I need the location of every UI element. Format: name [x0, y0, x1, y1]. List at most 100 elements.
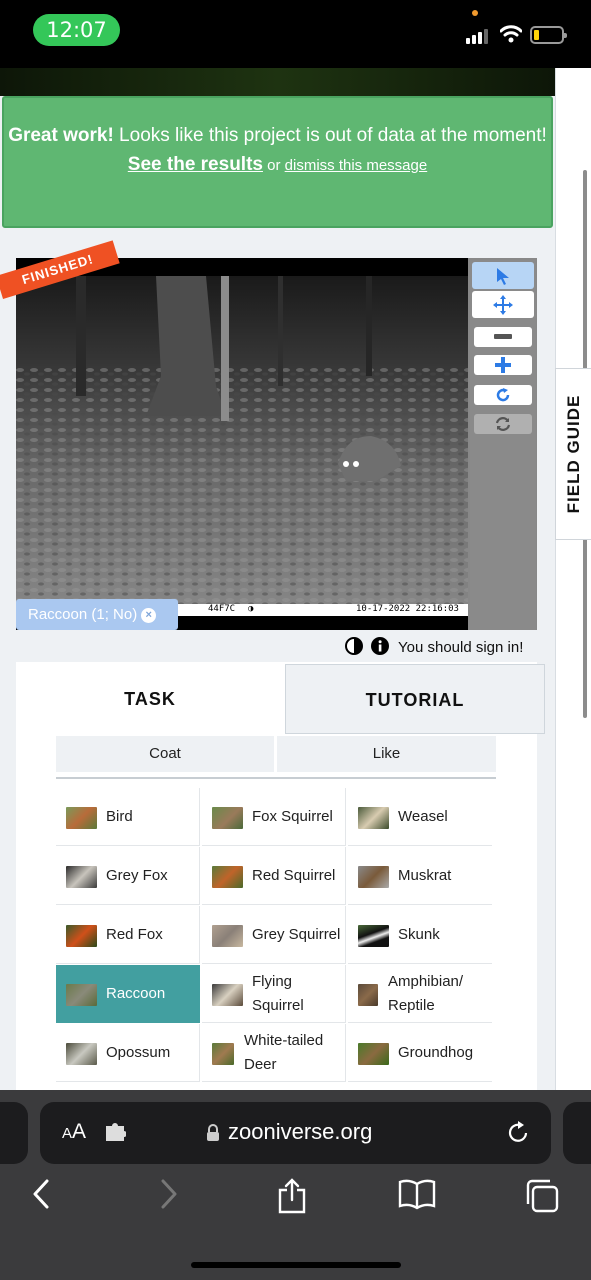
filter-coat[interactable]: Coat [56, 736, 274, 772]
zoom-out-button[interactable] [474, 327, 532, 347]
species-weasel[interactable]: Weasel [348, 788, 492, 846]
tab-tutorial[interactable]: TUTORIAL [285, 664, 545, 734]
out-of-data-message: Great work! Looks like this project is o… [2, 96, 553, 228]
filter-like[interactable]: Like [277, 736, 496, 772]
forward-icon[interactable] [158, 1178, 180, 1210]
subject-image[interactable]: 44F7C ◑ 10-17-2022 22:16:03 [16, 258, 468, 630]
url-text[interactable]: zooniverse.org [228, 1119, 372, 1145]
status-time: 12:07 [33, 14, 120, 46]
species-label: White-tailed Deer [244, 1031, 324, 1073]
contrast-icon[interactable] [345, 637, 363, 655]
species-grey-squirrel[interactable]: Grey Squirrel [202, 906, 346, 964]
aa-large: A [72, 1120, 87, 1143]
amphibian-reptile-thumbnail [358, 984, 378, 1006]
annotation-tag[interactable]: Raccoon (1; No) × [16, 599, 178, 630]
grey-squirrel-thumbnail [212, 925, 243, 947]
species-red-fox[interactable]: Red Fox [56, 906, 200, 964]
reset-view-button[interactable] [474, 414, 532, 434]
site-header-banner [0, 68, 555, 96]
species-label: Fox Squirrel [252, 807, 333, 825]
reader-options-button[interactable]: AA [62, 1120, 86, 1144]
species-grey-fox[interactable]: Grey Fox [56, 847, 200, 905]
sign-in-text[interactable]: You should sign in! [398, 639, 523, 656]
reload-icon[interactable] [508, 1120, 530, 1144]
zoom-in-button[interactable] [474, 355, 532, 375]
minus-icon [494, 334, 512, 339]
privacy-indicator [472, 10, 478, 16]
pan-tool-button[interactable] [472, 291, 534, 318]
tab-task[interactable]: TASK [16, 662, 284, 734]
back-icon[interactable] [30, 1178, 52, 1210]
photo-timestamp: 10-17-2022 22:16:03 [356, 604, 459, 614]
wifi-icon [500, 25, 522, 43]
field-guide-tab[interactable]: FIELD GUIDE [555, 368, 591, 540]
battery-icon [530, 26, 567, 44]
browser-toolbar: AA zooniverse.org [0, 1090, 591, 1280]
deer-thumbnail [212, 1043, 234, 1065]
address-bar[interactable]: AA zooniverse.org [40, 1102, 551, 1164]
status-bar: 12:07 [0, 0, 591, 68]
tabs-icon[interactable] [524, 1178, 560, 1214]
species-muskrat[interactable]: Muskrat [348, 847, 492, 905]
see-results-link[interactable]: See the results [128, 154, 263, 175]
cellular-signal-icon [466, 28, 490, 44]
lock-icon [207, 1124, 219, 1141]
field-guide-label: FIELD GUIDE [563, 394, 583, 514]
species-label: Red Squirrel [252, 866, 336, 884]
message-or: or [262, 157, 285, 174]
camera-code: 44F7C [208, 604, 236, 614]
remove-annotation-icon[interactable]: × [141, 607, 157, 623]
next-tab-peek[interactable] [563, 1102, 591, 1164]
species-amphibian-reptile[interactable]: Amphibian/ Reptile [348, 965, 492, 1023]
filter-bar: Coat Like [56, 736, 496, 772]
species-label: Skunk [398, 925, 440, 943]
fox-squirrel-thumbnail [212, 807, 243, 829]
species-bird[interactable]: Bird [56, 788, 200, 846]
species-label: Red Fox [106, 925, 163, 943]
page: 12:07 FIELD GUIDE Great work! Looks like… [0, 0, 591, 1280]
species-flying-squirrel[interactable]: Flying Squirrel [202, 965, 346, 1023]
share-icon[interactable] [276, 1178, 308, 1214]
subject-viewer: 44F7C ◑ 10-17-2022 22:16:03 [16, 258, 537, 630]
annotation-tag-label: Raccoon (1; No) [28, 606, 138, 623]
bookmarks-icon[interactable] [398, 1178, 436, 1210]
species-skunk[interactable]: Skunk [348, 906, 492, 964]
species-label: Flying Squirrel [252, 972, 304, 1014]
species-label: Bird [106, 807, 133, 825]
annotate-tool-button[interactable] [472, 262, 534, 289]
species-white-tailed-deer[interactable]: White-tailed Deer [202, 1024, 346, 1082]
previous-tab-peek[interactable] [0, 1102, 28, 1164]
info-icon[interactable] [371, 637, 389, 655]
home-indicator [191, 1262, 401, 1268]
species-red-squirrel[interactable]: Red Squirrel [202, 847, 346, 905]
pointer-icon [497, 267, 509, 285]
aa-small: A [62, 1125, 73, 1142]
species-label: Weasel [398, 807, 448, 825]
species-groundhog[interactable]: Groundhog [348, 1024, 492, 1082]
species-opossum[interactable]: Opossum [56, 1024, 200, 1082]
red-fox-thumbnail [66, 925, 97, 947]
refresh-icon [495, 417, 511, 431]
task-panel: TASK TUTORIAL Coat Like Bird Fox Squirre… [16, 662, 545, 1092]
species-label: Grey Squirrel [252, 925, 341, 943]
bird-thumbnail [66, 807, 97, 829]
groundhog-thumbnail [358, 1043, 389, 1065]
weasel-thumbnail [358, 807, 389, 829]
plus-icon [495, 357, 511, 373]
grey-fox-thumbnail [66, 866, 97, 888]
message-heading: Great work! [8, 125, 114, 146]
species-fox-squirrel[interactable]: Fox Squirrel [202, 788, 346, 846]
skunk-thumbnail [358, 925, 389, 947]
extension-icon[interactable] [104, 1122, 126, 1142]
species-grid: Bird Fox Squirrel Weasel Grey Fox Red Sq… [56, 788, 493, 1098]
dismiss-message-link[interactable]: dismiss this message [285, 157, 428, 174]
rotate-icon [496, 388, 510, 402]
flying-squirrel-thumbnail [212, 984, 243, 1006]
species-label: Amphibian/ Reptile [388, 972, 464, 1014]
message-text: Looks like this project is out of data a… [113, 125, 547, 146]
species-label: Muskrat [398, 866, 452, 884]
rotate-button[interactable] [474, 385, 532, 405]
browser-nav-row [0, 1178, 591, 1218]
species-raccoon[interactable]: Raccoon [56, 965, 200, 1023]
species-label: Groundhog [398, 1043, 474, 1061]
